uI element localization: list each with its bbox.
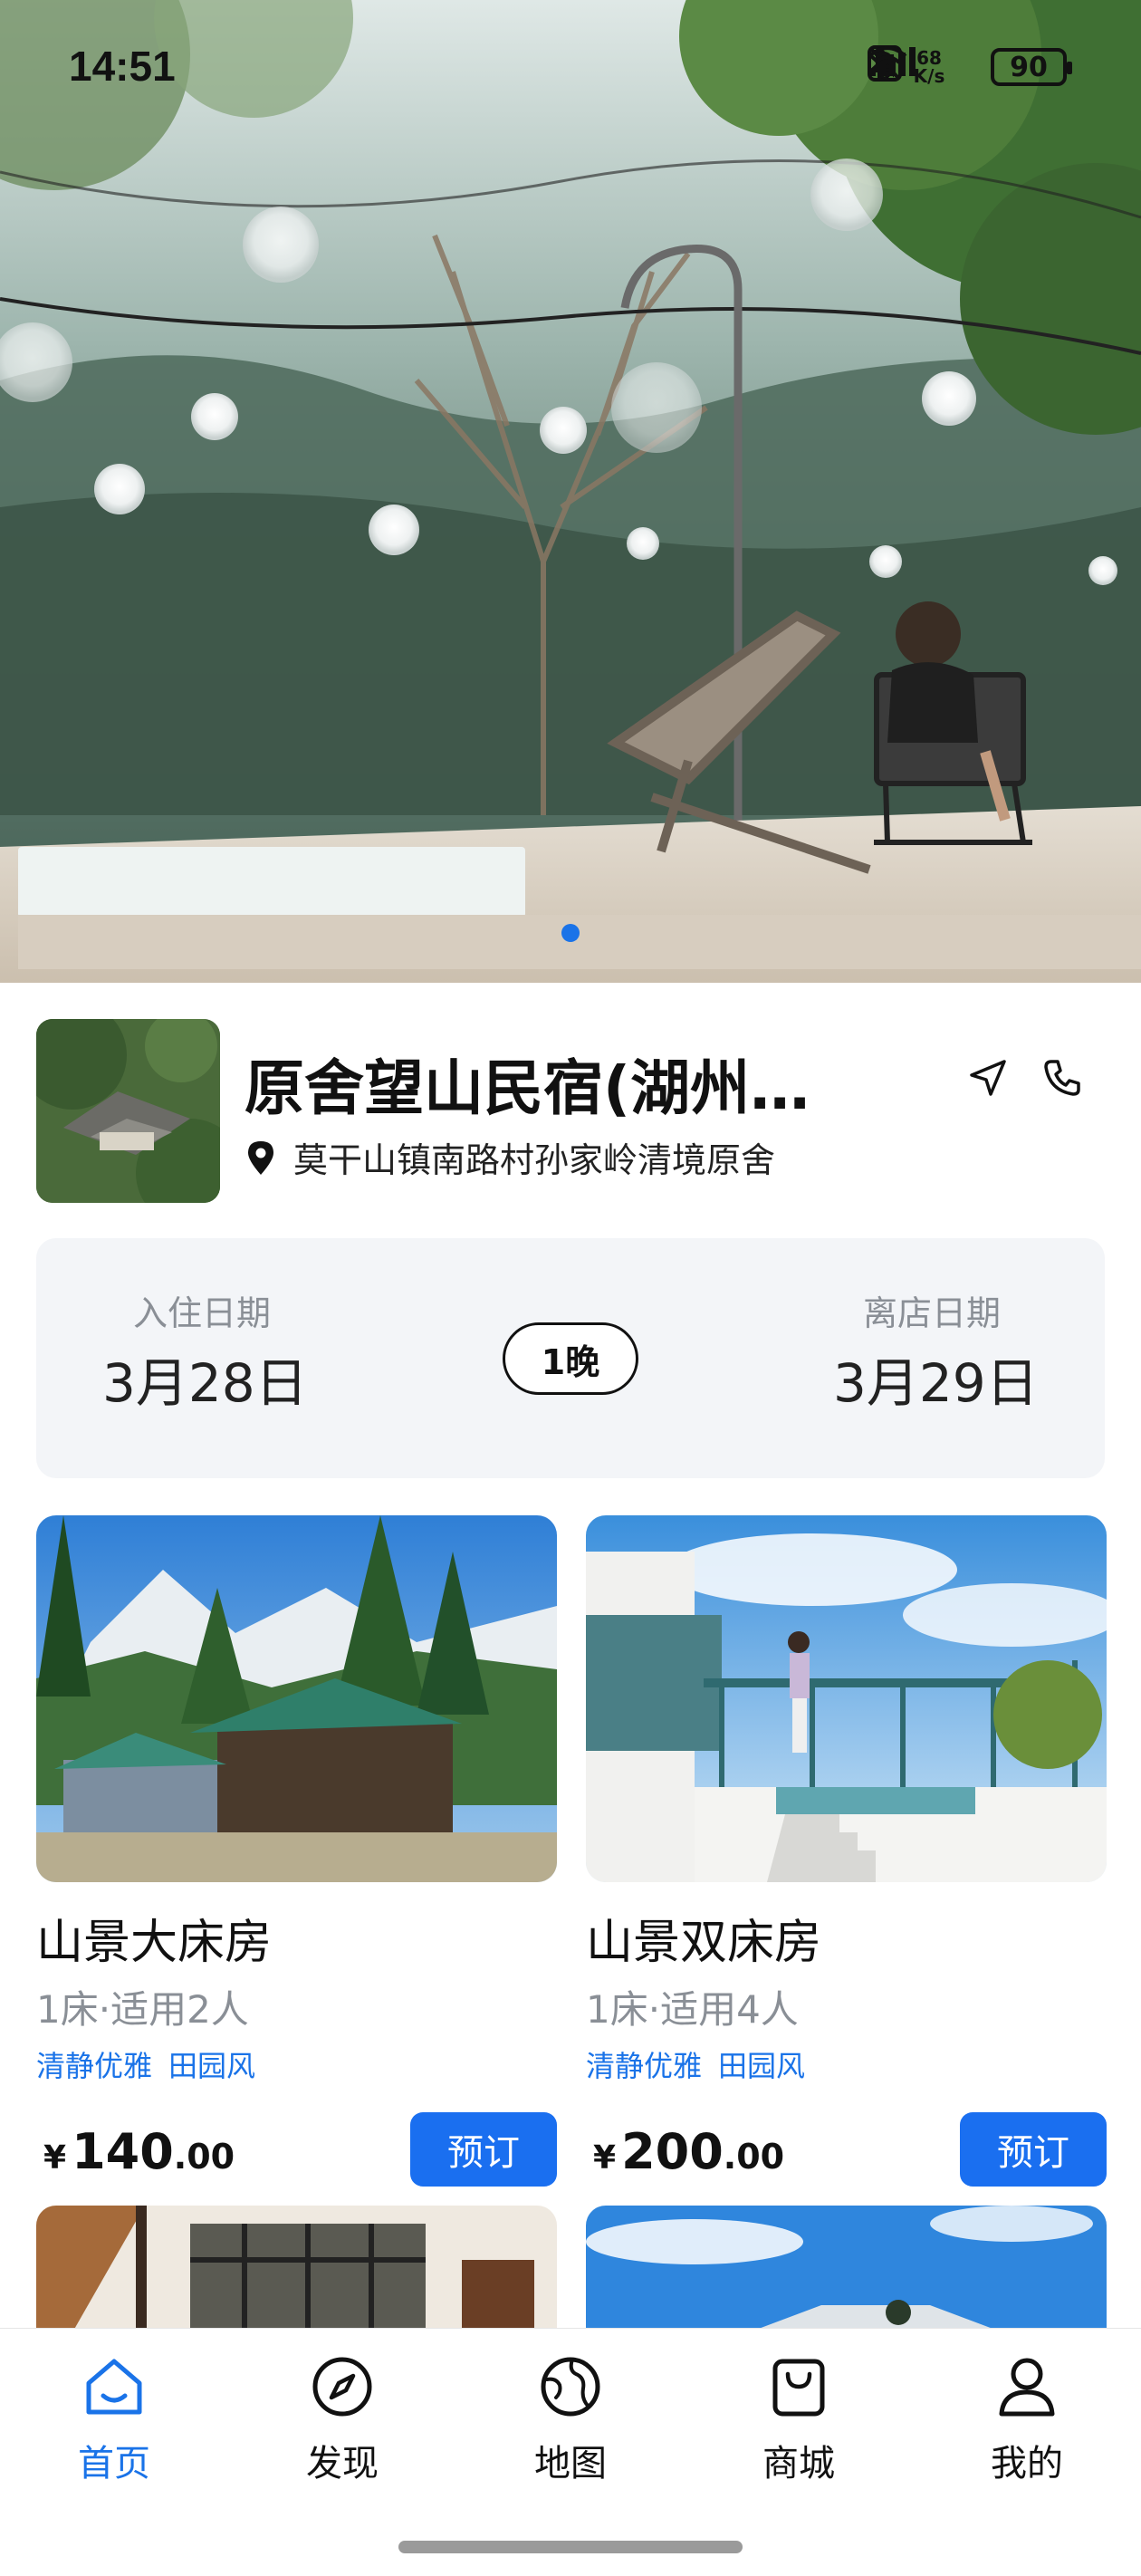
room-tag: 清静优雅 [586,2049,703,2083]
nav-map[interactable]: 地图 [489,2347,652,2492]
room-tag: 田园风 [168,2049,256,2083]
checkout-label: 离店日期 [863,1293,1002,1333]
globe-icon [541,2357,600,2417]
nav-home-label: 首页 [78,2443,150,2485]
nav-profile[interactable]: 我的 [945,2347,1108,2492]
room-photo[interactable] [586,1515,1107,1882]
navigate-button[interactable] [963,1053,1013,1103]
battery-indicator: 90 [991,48,1072,86]
home-indicator[interactable] [398,2541,743,2553]
room-tags: 清静优雅 田园风 [586,2043,1107,2085]
nav-map-label: 地图 [534,2443,607,2485]
nav-home[interactable]: 首页 [33,2347,196,2492]
price-integer: 200 [621,2123,724,2180]
status-icons: 68 K/s 90 [868,45,1072,89]
room-spec: 1床·适用4人 [586,1987,799,2032]
carousel-pager-dot [561,924,580,942]
net-speed-indicator: 68 K/s [911,47,947,87]
room-card[interactable]: 山景大床房 1床·适用2人 清静优雅 田园风 ¥ 140 .00 预订 [36,1515,557,2187]
checkin-label: 入住日期 [133,1293,272,1333]
compass-icon [312,2357,372,2417]
room-card[interactable]: 山景双床房 1床·适用4人 清静优雅 田园风 ¥ 200 .00 预订 [586,1515,1107,2187]
currency-symbol: ¥ [593,2139,617,2177]
navigation-arrow-icon [970,1060,1006,1096]
hotel-detail-page: 14:51 68 K/s 90 原舍望山民宿(湖州… 莫干山镇南路村孙家岭清境原… [0,0,1141,2576]
room-price: ¥ 200 .00 [593,2123,784,2180]
room-tag: 田园风 [718,2049,806,2083]
call-button[interactable] [1037,1053,1088,1103]
date-selector[interactable]: 入住日期 3月28日 1晚 离店日期 3月29日 [36,1238,1105,1478]
hero-photo [0,0,1141,983]
book-button[interactable]: 预订 [960,2112,1107,2187]
nights-badge: 1晚 [503,1322,638,1395]
nav-discover[interactable]: 发现 [261,2347,424,2492]
room-photo[interactable] [586,2206,1107,2332]
hero-photo-carousel[interactable]: 14:51 68 K/s 90 [0,0,1141,983]
status-time: 14:51 [69,43,176,90]
room-tag: 清静优雅 [36,2049,153,2083]
shopping-bag-icon [772,2359,825,2417]
nav-discover-label: 发现 [306,2443,379,2485]
price-row: ¥ 140 .00 预订 [36,2112,557,2187]
status-bar: 14:51 68 K/s 90 [0,0,1141,136]
bottom-nav: 首页 发现 地图 商城 我的 [0,2328,1141,2576]
hotel-name: 原舍望山民宿(湖州… [244,1053,810,1123]
home-icon [86,2359,142,2415]
hotel-address-row[interactable]: 莫干山镇南路村孙家岭清境原舍 [244,1132,775,1182]
price-integer: 140 [72,2123,174,2180]
nav-mall[interactable]: 商城 [717,2347,880,2492]
checkin-date[interactable]: 3月28日 [102,1341,308,1417]
hotel-address: 莫干山镇南路村孙家岭清境原舍 [293,1140,776,1180]
checkout-date[interactable]: 3月29日 [833,1341,1039,1417]
room-price: ¥ 140 .00 [43,2123,235,2180]
net-speed-unit: K/s [913,65,945,87]
room-title: 山景大床房 [36,1916,273,1970]
currency-symbol: ¥ [43,2139,67,2177]
room-photo[interactable] [36,2206,557,2332]
price-row: ¥ 200 .00 预订 [586,2112,1107,2187]
room-spec: 1床·适用2人 [36,1987,249,2032]
nav-profile-label: 我的 [991,2443,1063,2485]
location-pin-icon [248,1140,273,1175]
room-tags: 清静优雅 田园风 [36,2043,557,2085]
person-icon [999,2358,1055,2417]
price-decimal: .00 [723,2137,785,2177]
price-decimal: .00 [173,2137,235,2177]
phone-icon [1044,1060,1080,1096]
nav-mall-label: 商城 [762,2443,835,2485]
room-title: 山景双床房 [586,1916,822,1970]
room-photo[interactable] [36,1515,557,1882]
book-button[interactable]: 预订 [410,2112,557,2187]
hotel-thumbnail[interactable] [36,1019,220,1203]
